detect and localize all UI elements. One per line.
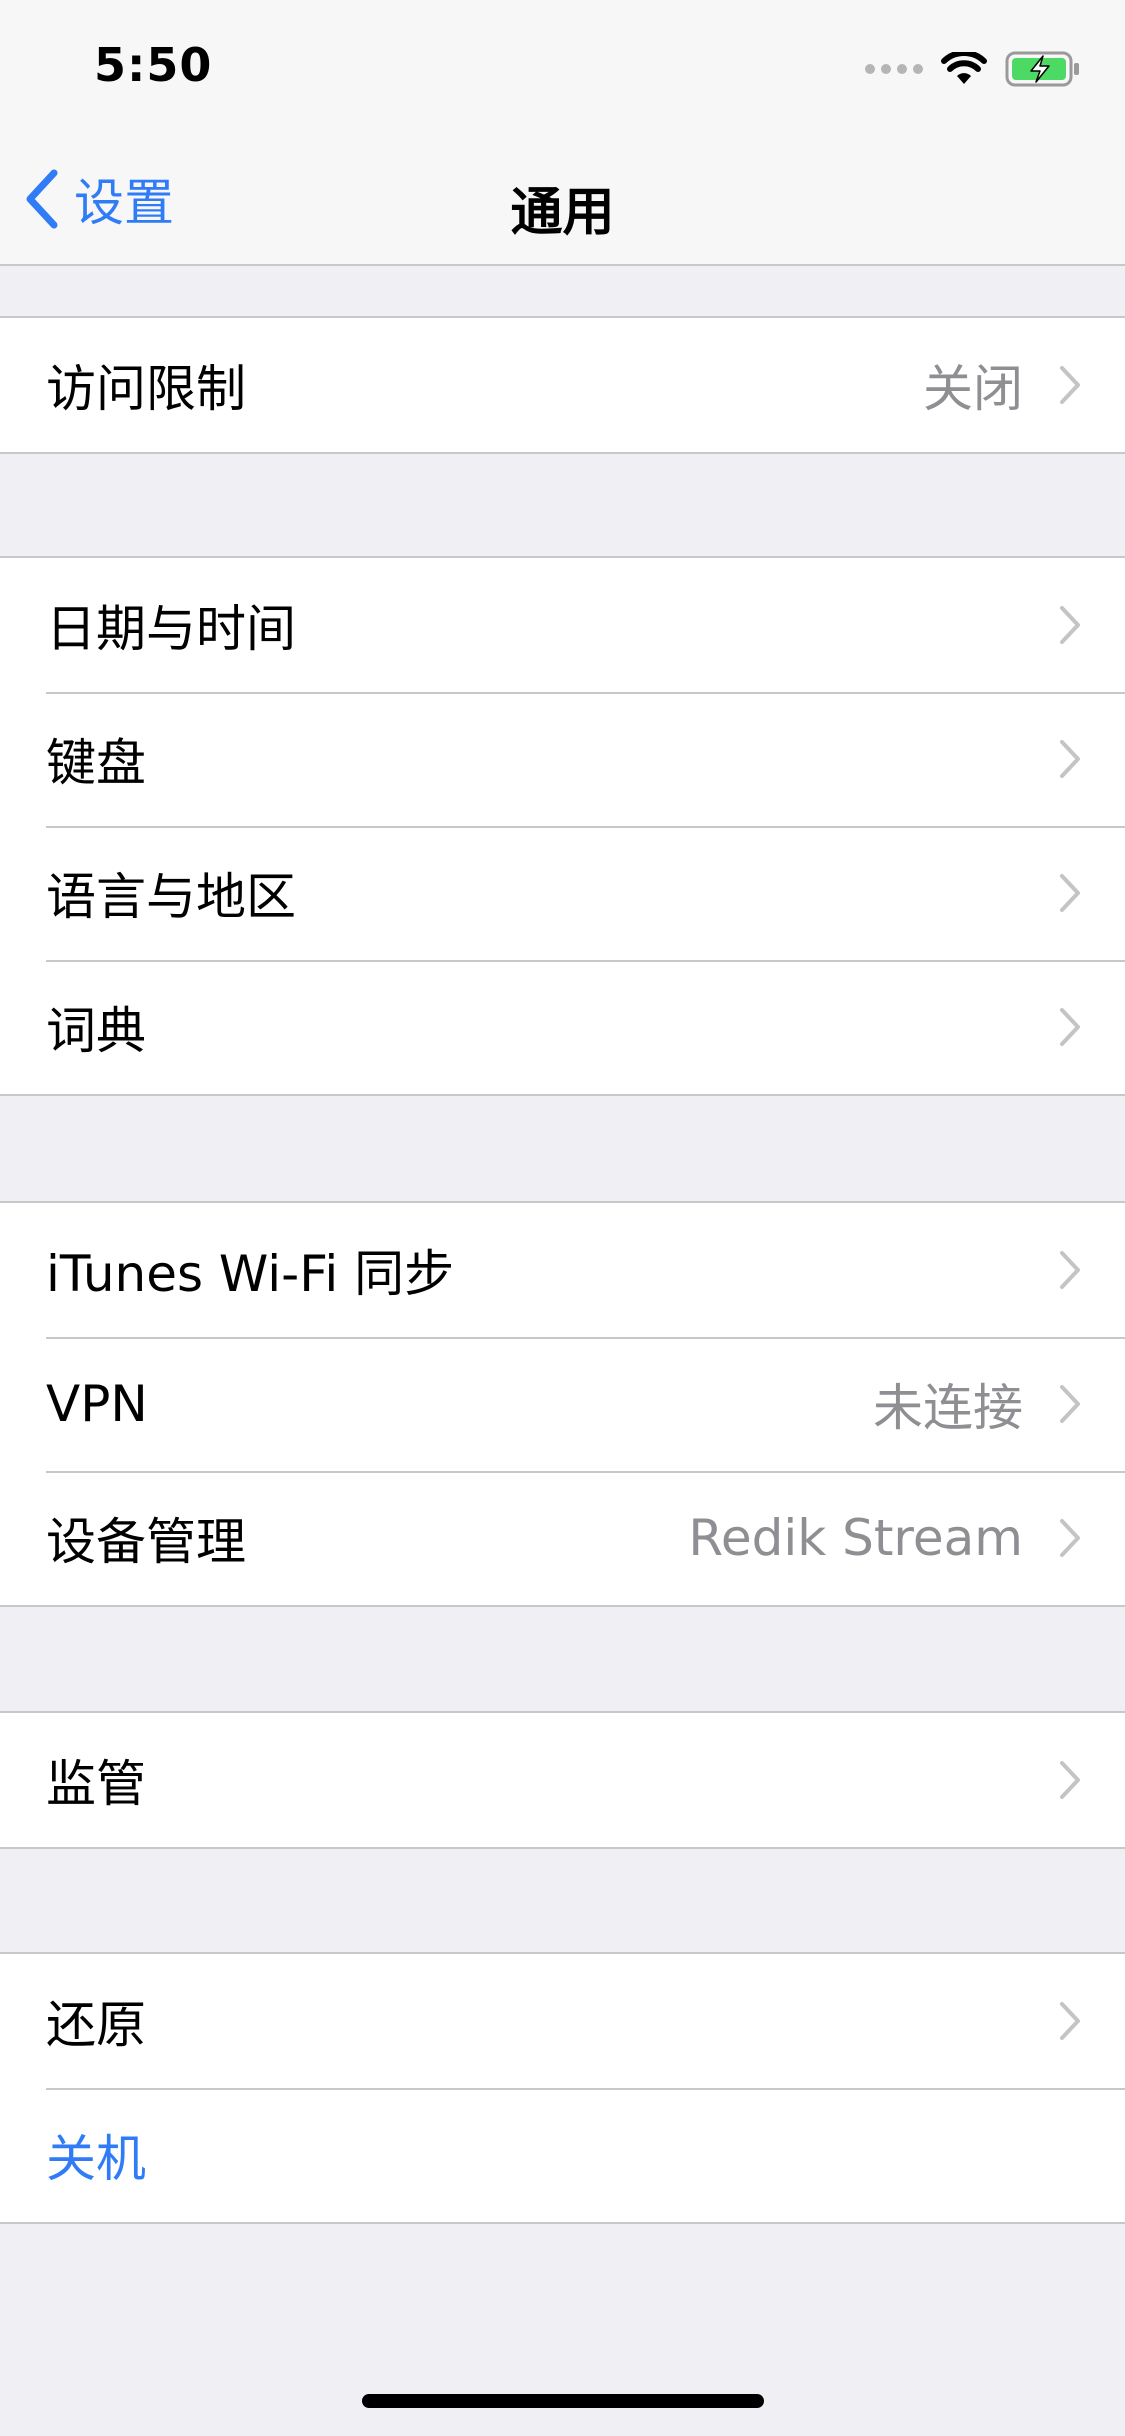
settings-group-restrictions: 访问限制 关闭 (0, 316, 1125, 454)
battery-charging-icon (1005, 51, 1079, 87)
shutdown-label: 关机 (46, 2130, 146, 2188)
settings-item-supervision[interactable]: 监管 (0, 1713, 1125, 1847)
settings-group-supervision: 监管 (0, 1711, 1125, 1849)
home-indicator[interactable] (362, 2394, 764, 2408)
chevron-right-icon (1060, 740, 1080, 778)
settings-item-label: 词典 (46, 1002, 146, 1060)
settings-item-label: 语言与地区 (46, 868, 296, 926)
settings-item-label: iTunes Wi-Fi 同步 (46, 1245, 455, 1303)
status-icons (865, 48, 1081, 90)
settings-item-label: 日期与时间 (46, 600, 296, 658)
settings-general-screen: 5:50 设置 通用 访问限制 关闭 日期与时间 键盘 语言与地区 词典 iTu… (0, 0, 1125, 2436)
settings-item-label: 访问限制 (46, 360, 246, 418)
chevron-right-icon (1060, 1519, 1080, 1557)
settings-item-dictionary[interactable]: 词典 (0, 960, 1125, 1094)
chevron-right-icon (1060, 1008, 1080, 1046)
settings-item-keyboard[interactable]: 键盘 (0, 692, 1125, 826)
settings-item-value: 关闭 (923, 360, 1023, 418)
settings-item-language-region[interactable]: 语言与地区 (0, 826, 1125, 960)
chevron-right-icon (1060, 874, 1080, 912)
chevron-right-icon (1060, 1761, 1080, 1799)
settings-item-vpn[interactable]: VPN 未连接 (0, 1337, 1125, 1471)
chevron-right-icon (1060, 1385, 1080, 1423)
settings-item-label: 还原 (46, 1996, 146, 2054)
settings-item-label: 设备管理 (46, 1513, 246, 1571)
settings-group-reset: 还原 关机 (0, 1952, 1125, 2224)
settings-item-label: 监管 (46, 1755, 146, 1813)
settings-item-date-time[interactable]: 日期与时间 (0, 558, 1125, 692)
page-title: 通用 (510, 183, 615, 243)
settings-group-locale: 日期与时间 键盘 语言与地区 词典 (0, 556, 1125, 1096)
settings-item-device-management[interactable]: 设备管理 Redik Stream (0, 1471, 1125, 1605)
settings-item-value: Redik Stream (688, 1509, 1023, 1567)
settings-item-reset[interactable]: 还原 (0, 1954, 1125, 2088)
wifi-icon (941, 52, 987, 84)
status-time: 5:50 (94, 38, 213, 92)
chevron-right-icon (1060, 606, 1080, 644)
settings-item-value: 未连接 (873, 1379, 1023, 1437)
settings-item-label: 键盘 (46, 734, 146, 792)
chevron-right-icon (1060, 2002, 1080, 2040)
settings-item-restrictions[interactable]: 访问限制 关闭 (0, 318, 1125, 452)
signal-dots-icon (865, 64, 923, 74)
chevron-right-icon (1060, 366, 1080, 404)
status-bar: 5:50 (0, 0, 1125, 132)
settings-item-itunes-wifi-sync[interactable]: iTunes Wi-Fi 同步 (0, 1203, 1125, 1337)
settings-item-label: VPN (46, 1375, 148, 1433)
settings-group-connectivity: iTunes Wi-Fi 同步 VPN 未连接 设备管理 Redik Strea… (0, 1201, 1125, 1607)
navigation-bar: 设置 通用 (0, 132, 1125, 266)
shutdown-button[interactable]: 关机 (0, 2088, 1125, 2222)
chevron-right-icon (1060, 1251, 1080, 1289)
